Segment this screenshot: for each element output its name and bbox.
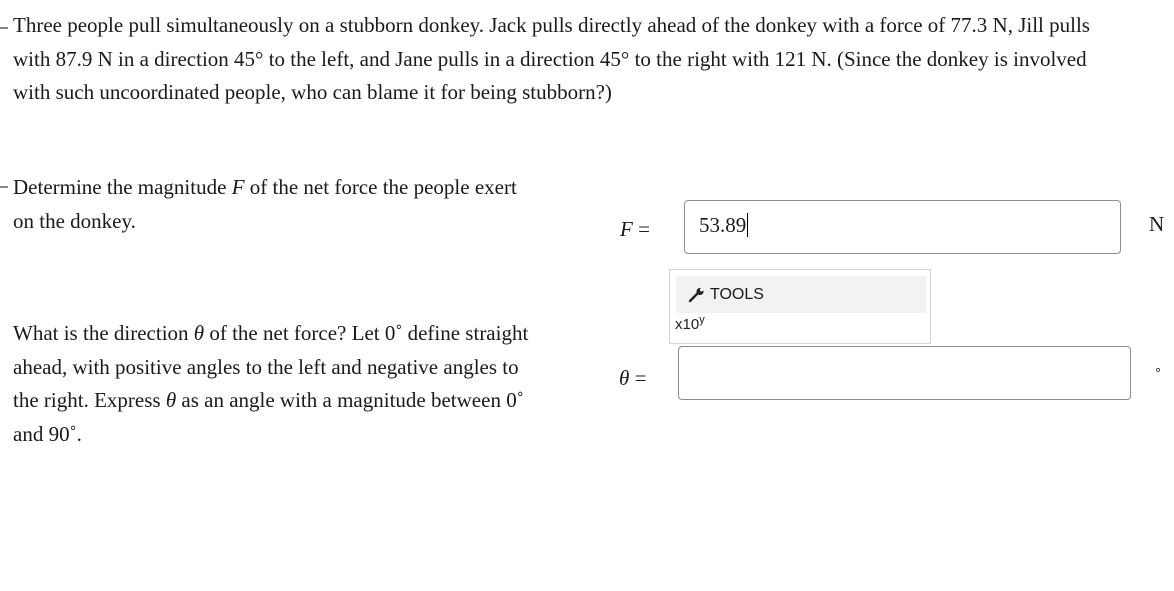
direction-answer-input[interactable]	[678, 346, 1131, 400]
q1-prompt-line-2: on the donkey.	[13, 208, 136, 233]
q1-answer-label: F =	[620, 217, 650, 242]
q1-prompt-text-b: of the net force the people exert	[244, 175, 517, 199]
problem-line-3: with such uncoordinated people, who can …	[13, 80, 612, 104]
problem-statement: Three people pull simultaneously on a st…	[13, 9, 1173, 110]
text-cursor	[747, 213, 749, 237]
q2-prompt-text-d: as an angle with a magnitude between 0˚	[176, 388, 524, 412]
q1-unit: N	[1149, 212, 1165, 236]
magnitude-answer-value: 53.89	[699, 213, 747, 237]
q2-unit: ∘	[1154, 362, 1163, 377]
q2-prompt-text-c: the right. Express	[13, 388, 166, 412]
q2-answer-label: θ =	[619, 366, 646, 391]
tools-panel: TOOLS x10y	[669, 269, 931, 344]
tools-label: TOOLS	[710, 286, 764, 303]
scientific-notation-button[interactable]: x10y	[675, 314, 705, 333]
tools-button[interactable]: TOOLS	[676, 276, 926, 313]
problem-line-1: Three people pull simultaneously on a st…	[13, 13, 1090, 37]
q2-prompt-text-b: of the net force? Let 0˚ define straight	[204, 321, 529, 345]
problem-line-2: with 87.9 N in a direction 45° to the le…	[13, 46, 1087, 71]
q1-label-eq: =	[632, 217, 650, 241]
q2-prompt-line-2: ahead, with positive angles to the left …	[13, 354, 519, 379]
magnitude-answer-input[interactable]: 53.89	[684, 200, 1121, 254]
q1-prompt-var: F	[231, 175, 245, 199]
q2-prompt: What is the direction θ of the net force…	[13, 317, 583, 451]
sci-notation-sup: y	[699, 314, 705, 326]
q1-prompt: Determine the magnitude F of the net for…	[13, 171, 573, 238]
problem-bullet-mark	[0, 27, 8, 29]
question-bullet-mark	[0, 186, 8, 188]
wrench-icon	[688, 287, 706, 308]
q1-label-var: F	[620, 217, 633, 241]
sci-notation-label: x10	[675, 316, 700, 333]
q2-label-var: θ	[619, 366, 630, 390]
q2-label-eq: =	[629, 366, 647, 390]
q2-prompt-var: θ	[193, 321, 205, 345]
q2-prompt-var-2: θ	[165, 388, 177, 412]
q1-prompt-text-a: Determine the magnitude	[13, 175, 232, 199]
q2-prompt-line-4: and 90˚.	[13, 421, 82, 446]
q2-prompt-text-a: What is the direction	[13, 321, 194, 345]
